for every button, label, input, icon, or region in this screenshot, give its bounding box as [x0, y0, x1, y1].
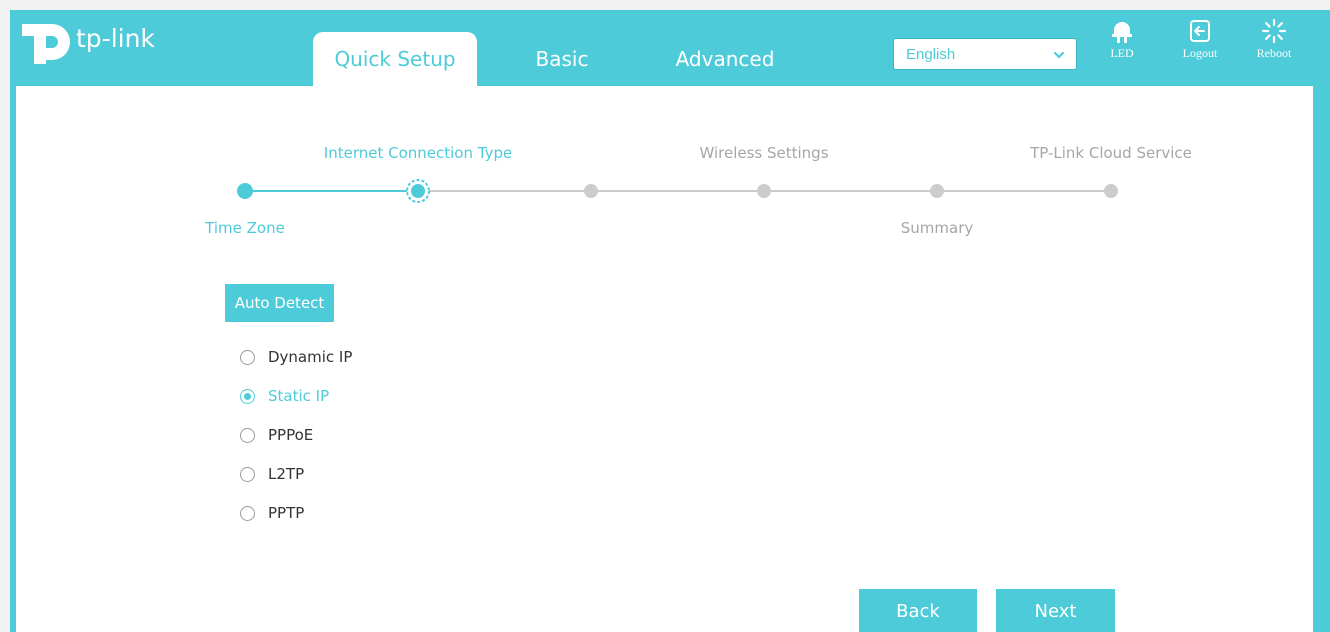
tp-link-logo: tp-link: [12, 12, 155, 72]
radio-circle: [240, 349, 255, 365]
step-label-internet-connection-type: Internet Connection Type: [323, 144, 513, 162]
radio-label: PPPoE: [268, 426, 314, 444]
logout-button[interactable]: Logout: [1172, 18, 1228, 68]
step-label-cloud-service: TP-Link Cloud Service: [1030, 144, 1192, 162]
radio-static-ip[interactable]: Static IP: [240, 384, 329, 408]
tab-label: Quick Setup: [334, 47, 456, 71]
reboot-label: Reboot: [1256, 46, 1292, 60]
radio-label: L2TP: [268, 465, 305, 483]
radio-pppoe[interactable]: PPPoE: [240, 423, 313, 447]
step-dot-3: [584, 184, 598, 198]
step-dot-cloud: [1104, 184, 1118, 198]
radio-circle: [240, 505, 255, 521]
radio-label: Dynamic IP: [268, 348, 353, 366]
brand-name: tp-link: [76, 23, 155, 53]
auto-detect-button[interactable]: Auto Detect: [225, 284, 334, 322]
logout-label: Logout: [1182, 46, 1218, 60]
quick-setup-panel: Internet Connection Type Wireless Settin…: [16, 86, 1313, 632]
led-button[interactable]: LED: [1094, 18, 1150, 68]
step-dot-time-zone: [237, 183, 253, 199]
radio-label: PPTP: [268, 504, 305, 522]
reboot-button[interactable]: Reboot: [1246, 18, 1302, 68]
radio-pptp[interactable]: PPTP: [240, 501, 304, 525]
back-button[interactable]: Back: [859, 589, 977, 632]
chevron-down-icon: [1053, 51, 1065, 59]
step-dot-summary: [930, 184, 944, 198]
step-dot-internet: [411, 184, 425, 198]
logout-icon: [1190, 20, 1210, 42]
led-label: LED: [1110, 46, 1134, 60]
step-label-summary: Summary: [900, 219, 974, 237]
next-button[interactable]: Next: [996, 589, 1115, 632]
radio-circle: [240, 427, 255, 443]
tab-basic[interactable]: Basic: [507, 32, 617, 86]
tab-quick-setup[interactable]: Quick Setup: [313, 32, 477, 86]
tab-label: Advanced: [675, 47, 775, 71]
led-bulb-icon: [1112, 22, 1132, 43]
radio-dynamic-ip[interactable]: Dynamic IP: [240, 345, 352, 369]
tab-advanced[interactable]: Advanced: [650, 32, 800, 86]
radio-label: Static IP: [268, 387, 330, 405]
app-window: tp-link Quick Setup Basic Advanced Engli…: [0, 0, 1330, 632]
step-label-wireless-settings: Wireless Settings: [699, 144, 829, 162]
language-select[interactable]: English: [893, 38, 1077, 70]
language-value: English: [906, 45, 956, 63]
radio-l2tp[interactable]: L2TP: [240, 462, 304, 486]
radio-circle-selected: [240, 388, 255, 404]
reboot-icon: [1261, 18, 1287, 44]
radio-circle: [240, 466, 255, 482]
step-label-time-zone: Time Zone: [205, 219, 285, 237]
tab-label: Basic: [535, 47, 589, 71]
step-dot-wireless: [757, 184, 771, 198]
tp-link-logo-icon: [22, 24, 70, 64]
